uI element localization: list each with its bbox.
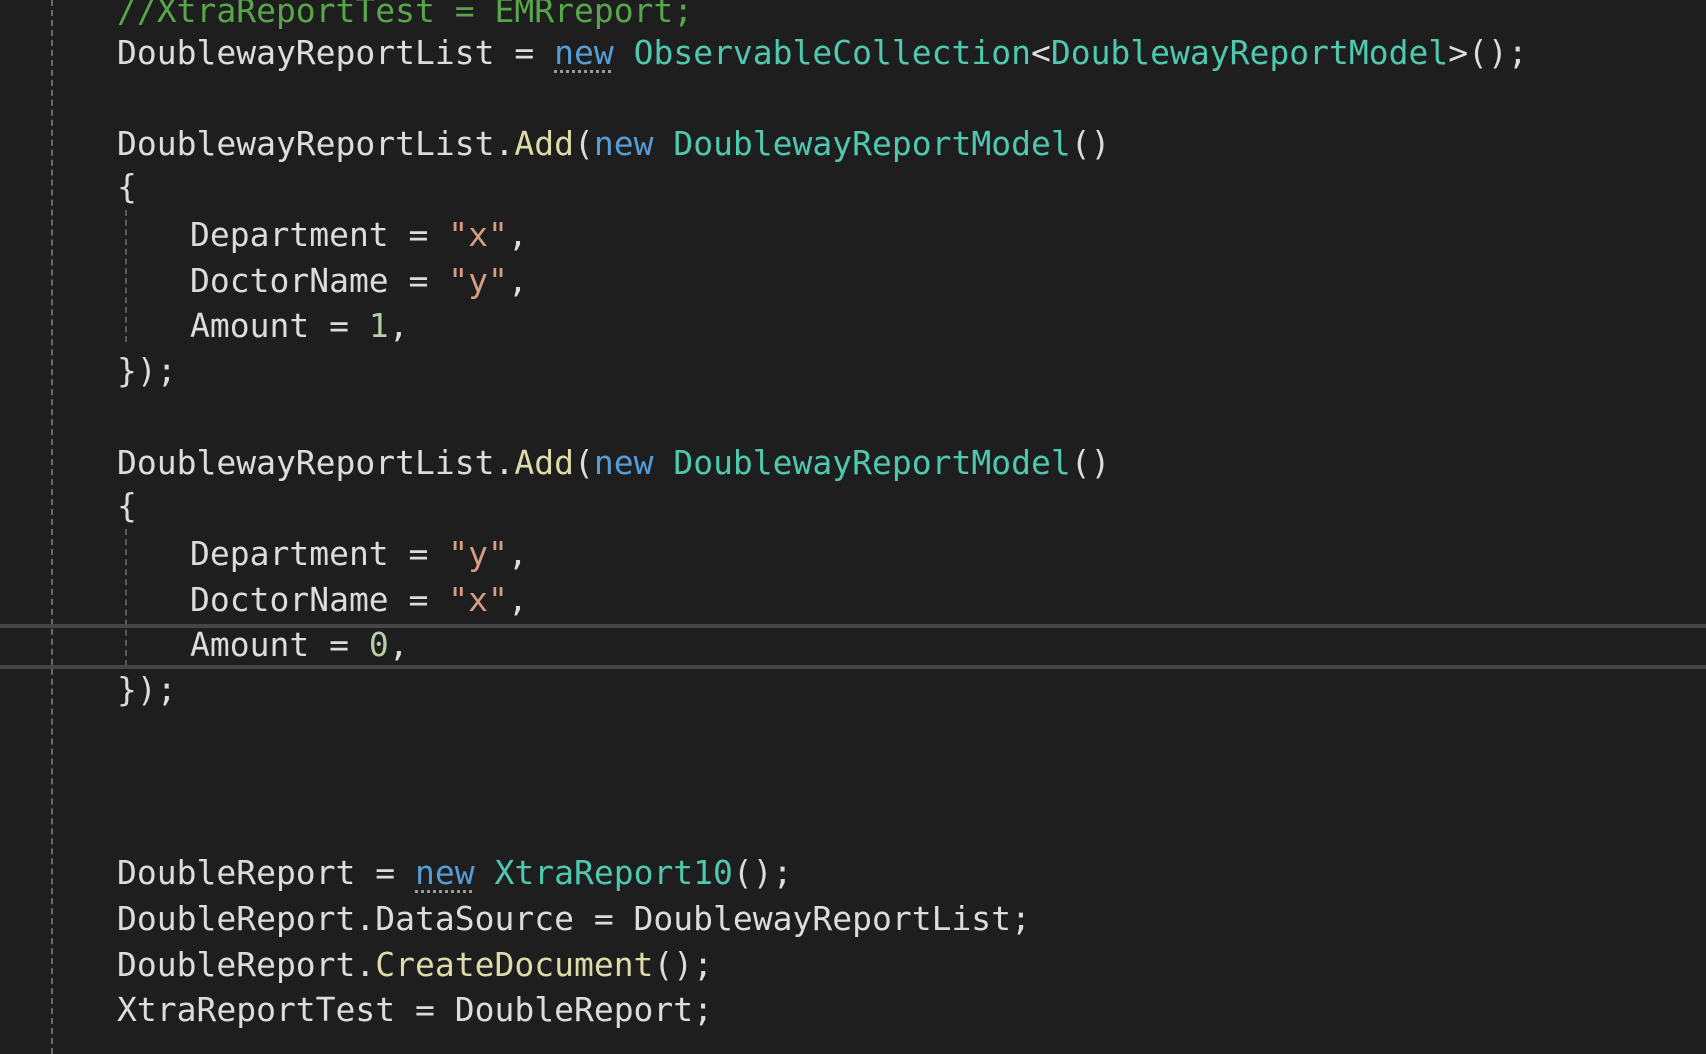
code-token: <: [1030, 33, 1051, 72]
code-token: {: [117, 486, 137, 525]
code-token: (): [1070, 124, 1111, 163]
method-token: CreateDocument: [375, 945, 654, 984]
code-line[interactable]: XtraReportTest = DoubleReport;: [117, 987, 713, 1033]
keyword-token: new: [593, 443, 654, 482]
code-token: {: [117, 167, 137, 206]
code-line[interactable]: DoctorName = "y",: [190, 258, 528, 304]
keyword-token: new: [593, 124, 654, 163]
comment-token: //XtraReportTest = EMRreport;: [117, 0, 694, 30]
code-line[interactable]: {: [117, 483, 137, 529]
code-line[interactable]: DoubleReport.DataSource = DoublewayRepor…: [117, 896, 1031, 942]
code-token: });: [117, 351, 177, 390]
code-token: DoubleReport =: [117, 853, 416, 892]
code-token: ();: [653, 945, 714, 984]
code-line[interactable]: });: [117, 667, 177, 713]
method-token: Add: [514, 443, 574, 482]
keyword-token: new: [554, 33, 614, 72]
type-token: DoublewayReportModel: [673, 443, 1071, 482]
code-token: DoublewayReportList: [117, 33, 495, 72]
code-token: });: [117, 670, 177, 709]
code-token: Amount =: [190, 306, 369, 345]
code-token: ,: [507, 534, 528, 573]
code-token: >();: [1448, 33, 1528, 72]
code-token: Department =: [190, 534, 449, 573]
code-token: Department =: [190, 215, 449, 254]
type-token: DoublewayReportModel: [673, 124, 1071, 163]
code-token: ,: [507, 215, 528, 254]
code-line[interactable]: {: [117, 164, 137, 210]
code-token: (: [573, 443, 594, 482]
code-editor[interactable]: //XtraReportTest = EMRreport; DoublewayR…: [0, 0, 1706, 1054]
code-line[interactable]: DoublewayReportList.Add(new DoublewayRep…: [117, 440, 1110, 486]
code-token: ();: [732, 853, 793, 892]
code-line[interactable]: DoubleReport = new XtraReport10();: [117, 850, 793, 896]
indent-guide: [51, 0, 53, 1054]
code-token: =: [494, 33, 555, 72]
code-line[interactable]: DoctorName = "x",: [190, 577, 528, 623]
code-line[interactable]: Amount = 1,: [190, 303, 409, 349]
code-line[interactable]: Department = "x",: [190, 212, 528, 258]
string-token: "x": [448, 215, 508, 254]
type-token: ObservableCollection: [633, 33, 1031, 72]
type-token: XtraReport10: [494, 853, 733, 892]
code-token: DoublewayReportList.: [117, 124, 515, 163]
number-token: 1: [368, 306, 389, 345]
string-token: "y": [448, 261, 508, 300]
code-line[interactable]: DoublewayReportList = new ObservableColl…: [117, 30, 1528, 76]
code-line[interactable]: Amount = 0,: [190, 622, 409, 668]
code-line[interactable]: DoublewayReportList.Add(new DoublewayRep…: [117, 121, 1110, 167]
type-token: DoublewayReportModel: [1050, 33, 1449, 72]
code-token: (: [573, 124, 594, 163]
indent-guide: [125, 210, 127, 342]
code-line[interactable]: Department = "y",: [190, 531, 528, 577]
code-token: ,: [507, 580, 528, 619]
method-token: Add: [514, 124, 574, 163]
code-token: ,: [507, 261, 528, 300]
code-token: DoublewayReportList.: [117, 443, 515, 482]
keyword-token: new: [415, 853, 475, 892]
code-line[interactable]: });: [117, 348, 177, 394]
code-token: ,: [388, 306, 409, 345]
code-token: DoubleReport.: [117, 945, 376, 984]
code-token: ,: [388, 625, 409, 664]
code-token: DoctorName =: [190, 261, 449, 300]
code-line[interactable]: //XtraReportTest = EMRreport;: [117, 0, 693, 34]
number-token: 0: [368, 625, 389, 664]
code-line[interactable]: DoubleReport.CreateDocument();: [117, 942, 713, 988]
code-token: Amount =: [190, 625, 369, 664]
code-token: (): [1070, 443, 1111, 482]
string-token: "y": [448, 534, 508, 573]
code-token: XtraReportTest = DoubleReport;: [117, 990, 714, 1029]
code-token: DoctorName =: [190, 580, 449, 619]
code-token: DoubleReport.DataSource = DoublewayRepor…: [117, 899, 1031, 938]
string-token: "x": [448, 580, 508, 619]
